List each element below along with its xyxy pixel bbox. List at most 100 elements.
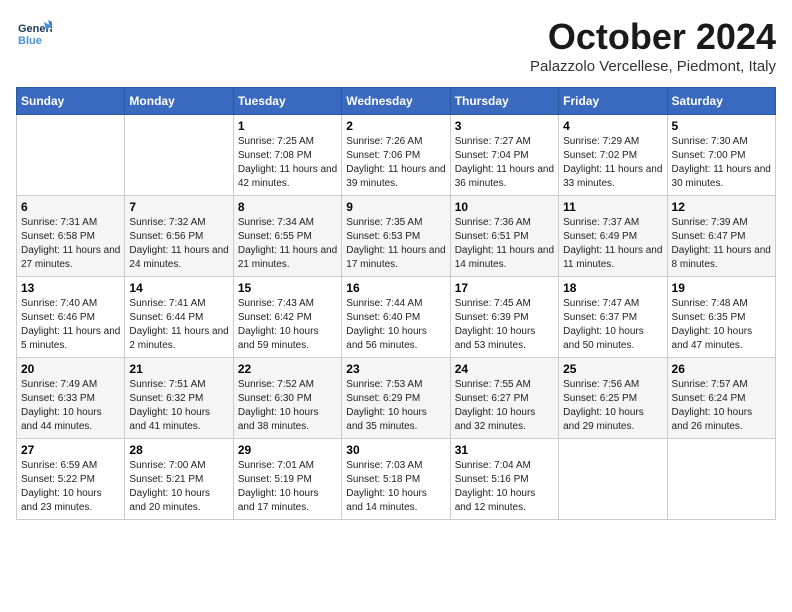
day-number: 25 (563, 362, 662, 376)
day-info: Sunrise: 7:53 AMSunset: 6:29 PMDaylight:… (346, 378, 445, 434)
day-info: Sunrise: 7:32 AMSunset: 6:56 PMDaylight:… (129, 216, 228, 272)
calendar-cell: 10 Sunrise: 7:36 AMSunset: 6:51 PMDayligh… (450, 196, 558, 277)
calendar-cell (667, 439, 775, 520)
day-info: Sunrise: 7:51 AMSunset: 6:32 PMDaylight:… (129, 378, 228, 434)
calendar-cell: 29Sunrise: 7:01 AMSunset: 5:19 PMDayligh… (233, 439, 341, 520)
calendar-cell: 27 Sunrise: 6:59 AMSunset: 5:22 PMDayligh… (17, 439, 125, 520)
day-number: 28 (129, 443, 228, 457)
day-info: Sunrise: 7:04 AMSunset: 5:16 PMDaylight:… (455, 459, 554, 515)
calendar-cell: 28 Sunrise: 7:00 AMSunset: 5:21 PMDayligh… (125, 439, 233, 520)
calendar-cell: 11 Sunrise: 7:37 AMSunset: 6:49 PMDayligh… (559, 196, 667, 277)
weekday-header-sunday: Sunday (17, 88, 125, 115)
calendar-cell: 8 Sunrise: 7:34 AMSunset: 6:55 PMDaylight… (233, 196, 341, 277)
calendar-cell: 19Sunrise: 7:48 AMSunset: 6:35 PMDayligh… (667, 277, 775, 358)
weekday-header-saturday: Saturday (667, 88, 775, 115)
day-number: 24 (455, 362, 554, 376)
calendar-cell: 26 Sunrise: 7:57 AMSunset: 6:24 PMDayligh… (667, 358, 775, 439)
day-info: Sunrise: 7:57 AMSunset: 6:24 PMDaylight:… (672, 378, 771, 434)
day-number: 5 (672, 119, 771, 133)
day-info: Sunrise: 7:40 AMSunset: 6:46 PMDaylight:… (21, 297, 120, 353)
day-number: 11 (563, 200, 662, 214)
calendar-header: SundayMondayTuesdayWednesdayThursdayFrid… (17, 88, 776, 115)
day-info: Sunrise: 7:37 AMSunset: 6:49 PMDaylight:… (563, 216, 662, 272)
calendar-cell: 30 Sunrise: 7:03 AMSunset: 5:18 PMDayligh… (342, 439, 450, 520)
day-info: Sunrise: 7:49 AMSunset: 6:33 PMDaylight:… (21, 378, 120, 434)
calendar-cell: 5 Sunrise: 7:30 AMSunset: 7:00 PMDaylight… (667, 115, 775, 196)
calendar-cell: 4 Sunrise: 7:29 AMSunset: 7:02 PMDaylight… (559, 115, 667, 196)
calendar-cell: 2 Sunrise: 7:26 AMSunset: 7:06 PMDaylight… (342, 115, 450, 196)
day-info: Sunrise: 7:26 AMSunset: 7:06 PMDaylight:… (346, 135, 445, 191)
day-number: 7 (129, 200, 228, 214)
calendar-table: SundayMondayTuesdayWednesdayThursdayFrid… (16, 87, 776, 520)
weekday-header-thursday: Thursday (450, 88, 558, 115)
day-info: Sunrise: 7:27 AMSunset: 7:04 PMDaylight:… (455, 135, 554, 191)
day-info: Sunrise: 6:59 AMSunset: 5:22 PMDaylight:… (21, 459, 120, 515)
calendar-cell: 25Sunrise: 7:56 AMSunset: 6:25 PMDayligh… (559, 358, 667, 439)
day-info: Sunrise: 7:29 AMSunset: 7:02 PMDaylight:… (563, 135, 662, 191)
calendar-cell: 20 Sunrise: 7:49 AMSunset: 6:33 PMDayligh… (17, 358, 125, 439)
day-number: 2 (346, 119, 445, 133)
day-number: 10 (455, 200, 554, 214)
location: Palazzolo Vercellese, Piedmont, Italy (530, 58, 776, 75)
calendar-cell: 7 Sunrise: 7:32 AMSunset: 6:56 PMDaylight… (125, 196, 233, 277)
day-number: 22 (238, 362, 337, 376)
day-number: 27 (21, 443, 120, 457)
day-info: Sunrise: 7:03 AMSunset: 5:18 PMDaylight:… (346, 459, 445, 515)
day-number: 12 (672, 200, 771, 214)
svg-text:Blue: Blue (18, 35, 42, 47)
day-info: Sunrise: 7:47 AMSunset: 6:37 PMDaylight:… (563, 297, 662, 353)
day-number: 18 (563, 281, 662, 295)
day-info: Sunrise: 7:00 AMSunset: 5:21 PMDaylight:… (129, 459, 228, 515)
day-info: Sunrise: 7:55 AMSunset: 6:27 PMDaylight:… (455, 378, 554, 434)
day-number: 14 (129, 281, 228, 295)
day-info: Sunrise: 7:30 AMSunset: 7:00 PMDaylight:… (672, 135, 771, 191)
day-info: Sunrise: 7:35 AMSunset: 6:53 PMDaylight:… (346, 216, 445, 272)
day-number: 30 (346, 443, 445, 457)
day-number: 23 (346, 362, 445, 376)
calendar-cell: 18 Sunrise: 7:47 AMSunset: 6:37 PMDayligh… (559, 277, 667, 358)
day-info: Sunrise: 7:45 AMSunset: 6:39 PMDaylight:… (455, 297, 554, 353)
calendar-cell: 22 Sunrise: 7:52 AMSunset: 6:30 PMDayligh… (233, 358, 341, 439)
day-number: 4 (563, 119, 662, 133)
weekday-header-wednesday: Wednesday (342, 88, 450, 115)
calendar-cell (125, 115, 233, 196)
day-info: Sunrise: 7:31 AMSunset: 6:58 PMDaylight:… (21, 216, 120, 272)
day-info: Sunrise: 7:44 AMSunset: 6:40 PMDaylight:… (346, 297, 445, 353)
calendar-cell: 21 Sunrise: 7:51 AMSunset: 6:32 PMDayligh… (125, 358, 233, 439)
day-number: 20 (21, 362, 120, 376)
day-info: Sunrise: 7:36 AMSunset: 6:51 PMDaylight:… (455, 216, 554, 272)
logo-icon: General Blue (16, 16, 52, 57)
day-number: 19 (672, 281, 771, 295)
day-info: Sunrise: 7:41 AMSunset: 6:44 PMDaylight:… (129, 297, 228, 353)
month-title: October 2024 (530, 16, 776, 58)
day-number: 21 (129, 362, 228, 376)
calendar-cell: 15 Sunrise: 7:43 AMSunset: 6:42 PMDayligh… (233, 277, 341, 358)
day-number: 31 (455, 443, 554, 457)
day-number: 16 (346, 281, 445, 295)
calendar-cell: 3Sunrise: 7:27 AMSunset: 7:04 PMDaylight… (450, 115, 558, 196)
day-info: Sunrise: 7:34 AMSunset: 6:55 PMDaylight:… (238, 216, 337, 272)
page-header: General Blue October 2024 Palazzolo Verc… (16, 16, 776, 75)
calendar-cell: 6Sunrise: 7:31 AMSunset: 6:58 PMDaylight… (17, 196, 125, 277)
day-info: Sunrise: 7:43 AMSunset: 6:42 PMDaylight:… (238, 297, 337, 353)
calendar-cell: 14 Sunrise: 7:41 AMSunset: 6:44 PMDayligh… (125, 277, 233, 358)
day-info: Sunrise: 7:52 AMSunset: 6:30 PMDaylight:… (238, 378, 337, 434)
calendar-cell: 17 Sunrise: 7:45 AMSunset: 6:39 PMDayligh… (450, 277, 558, 358)
title-section: October 2024 Palazzolo Vercellese, Piedm… (530, 16, 776, 75)
day-number: 8 (238, 200, 337, 214)
day-number: 17 (455, 281, 554, 295)
calendar-cell: 31 Sunrise: 7:04 AMSunset: 5:16 PMDayligh… (450, 439, 558, 520)
logo: General Blue (16, 16, 52, 57)
day-number: 15 (238, 281, 337, 295)
calendar-cell: 12 Sunrise: 7:39 AMSunset: 6:47 PMDayligh… (667, 196, 775, 277)
day-info: Sunrise: 7:39 AMSunset: 6:47 PMDaylight:… (672, 216, 771, 272)
calendar-cell: 1Sunrise: 7:25 AMSunset: 7:08 PMDaylight… (233, 115, 341, 196)
day-number: 1 (238, 119, 337, 133)
weekday-header-monday: Monday (125, 88, 233, 115)
calendar-cell: 23 Sunrise: 7:53 AMSunset: 6:29 PMDayligh… (342, 358, 450, 439)
calendar-cell: 24 Sunrise: 7:55 AMSunset: 6:27 PMDayligh… (450, 358, 558, 439)
day-number: 26 (672, 362, 771, 376)
day-info: Sunrise: 7:01 AMSunset: 5:19 PMDaylight:… (238, 459, 337, 515)
calendar-cell (559, 439, 667, 520)
day-number: 9 (346, 200, 445, 214)
